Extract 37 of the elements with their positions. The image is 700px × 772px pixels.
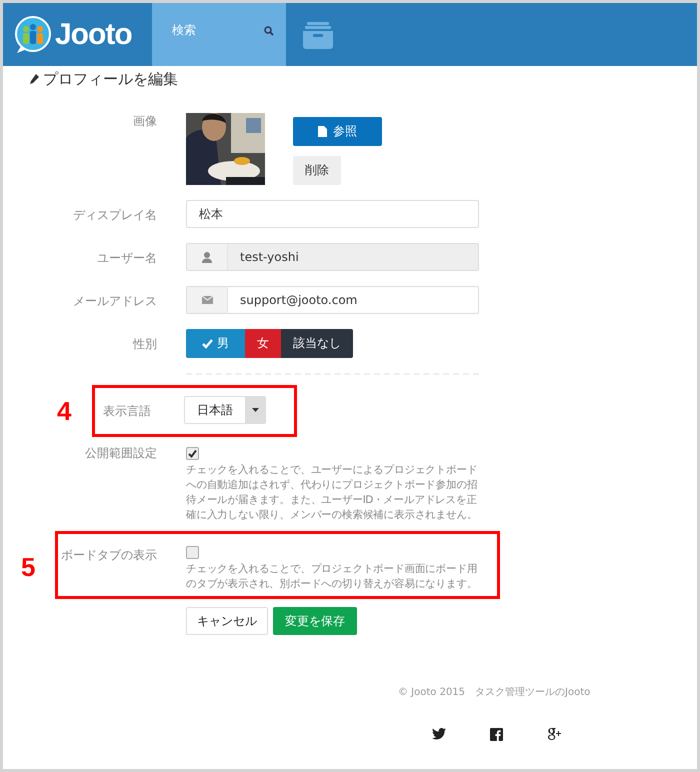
- check-icon: [202, 338, 213, 348]
- help-text: チェックを入れることで、プロジェクトボード画面にボード用のタブが表示され、別ボードへの切り替えが容易になります。: [186, 562, 478, 592]
- logo-text: Jooto: [55, 18, 132, 52]
- checkbox[interactable]: [186, 447, 199, 460]
- step-number: 5: [21, 552, 36, 583]
- gender-option[interactable]: 男: [186, 329, 245, 358]
- field-label: 公開範囲設定: [84, 445, 157, 462]
- field-label: 性別: [132, 336, 157, 353]
- input-field[interactable]: support@jooto.com: [186, 286, 479, 314]
- field-label: メールアドレス: [72, 293, 157, 310]
- help-text: チェックを入れることで、ユーザーによるプロジェクトボードへの自動追加はされず、代わりにプロジェクトボード参加の招待メールが届きます。また、ユーザーID・メールアドレスを正確に入力しない限り、メンバーの検索候補に表示されません。: [186, 463, 478, 523]
- step-number: 4: [57, 396, 72, 427]
- field-label: ボードタブの表示: [60, 547, 157, 564]
- facebook-icon[interactable]: [490, 728, 503, 740]
- bird-icon[interactable]: [432, 728, 446, 740]
- pencil-icon: [29, 74, 39, 85]
- google-plus-icon[interactable]: [547, 727, 562, 741]
- delete-button[interactable]: 削除: [293, 156, 341, 185]
- page-title: プロフィールを編集: [43, 70, 178, 89]
- search-icon[interactable]: [264, 26, 274, 36]
- browse-button[interactable]: 参照: [293, 117, 382, 146]
- person-icon: [202, 252, 212, 262]
- caret-icon: [252, 408, 258, 412]
- cancel-button[interactable]: キャンセル: [186, 607, 268, 635]
- field-label: 画像: [132, 113, 157, 130]
- envelope-icon: [202, 296, 212, 304]
- field-label: ユーザー名: [96, 250, 157, 267]
- checkbox[interactable]: [186, 546, 199, 559]
- field-label: ディスプレイ名: [72, 207, 157, 224]
- field-label: 表示言語: [102, 403, 151, 420]
- gender-option[interactable]: 該当なし: [281, 329, 353, 358]
- file-icon: [318, 126, 327, 137]
- language-select[interactable]: 日本語: [184, 396, 266, 424]
- gender-option[interactable]: 女: [245, 329, 281, 358]
- logo-icon: [15, 16, 51, 54]
- input-field[interactable]: 松本: [186, 200, 479, 228]
- copyright-text: © Jooto 2015 タスク管理ツールのJooto: [398, 686, 592, 699]
